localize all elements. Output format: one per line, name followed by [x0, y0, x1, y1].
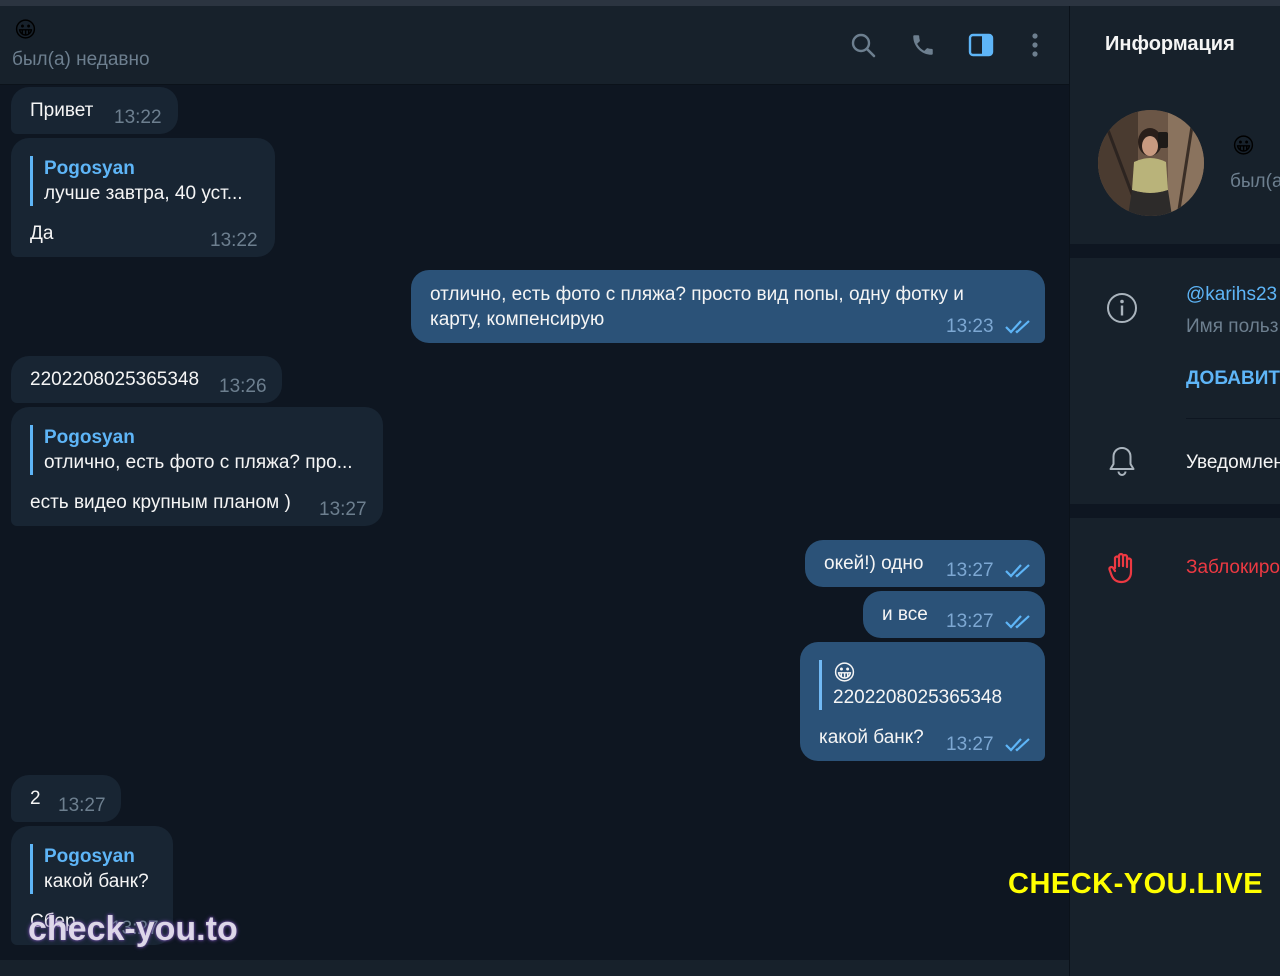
message-incoming[interactable]: 2 13:27 [11, 775, 121, 822]
message-text: Привет [30, 100, 94, 121]
message-text: есть видео крупным планом ) [30, 492, 291, 513]
message-text: 2202208025365348 [30, 369, 200, 390]
message-time: 13:27 [946, 560, 994, 581]
bell-icon [1105, 444, 1139, 478]
double-check-icon [1005, 615, 1030, 629]
quote-author: Pogosyan [44, 846, 135, 867]
more-vertical-icon[interactable] [1020, 30, 1050, 60]
profile-name-emoji: 😀 [1232, 133, 1255, 158]
reply-quote[interactable]: Pogosyan какой банк? [30, 844, 149, 894]
profile-username-label: Имя польз [1186, 316, 1279, 337]
message-text: какой банк? [819, 727, 924, 748]
message-text: окей!) одно [824, 553, 924, 574]
message-incoming[interactable]: Pogosyan отлично, есть фото с пляжа? про… [11, 407, 383, 526]
message-time: 13:27 [946, 734, 994, 755]
watermark-yellow: CHECK-YOU.LIVE [1008, 868, 1264, 900]
quote-text: 2202208025365348 [833, 687, 1003, 708]
message-outgoing[interactable]: и все 13:27 [863, 591, 1045, 638]
message-outgoing[interactable]: 😀 2202208025365348 какой банк? 13:27 [800, 642, 1045, 761]
reply-quote[interactable]: 😀 2202208025365348 [819, 660, 1002, 710]
quote-author: Pogosyan [44, 158, 135, 179]
message-time: 13:22 [114, 107, 162, 128]
message-outgoing[interactable]: отлично, есть фото с пляжа? просто вид п… [411, 270, 1045, 343]
message-incoming[interactable]: Pogosyan лучше завтра, 40 уст... Да 13:2… [11, 138, 275, 257]
composer-bar[interactable] [0, 960, 1069, 976]
message-incoming[interactable]: 2202208025365348 13:26 [11, 356, 282, 403]
message-incoming[interactable]: Привет 13:22 [11, 87, 178, 134]
message-outgoing[interactable]: окей!) одно 13:27 [805, 540, 1045, 587]
add-contact-button[interactable]: ДОБАВИТЬ [1186, 368, 1280, 390]
message-time: 13:27 [946, 611, 994, 632]
quote-text: лучше завтра, 40 уст... [44, 183, 243, 204]
section-separator [1070, 504, 1280, 518]
hand-block-icon [1105, 551, 1139, 585]
block-user-button[interactable]: Заблокиро [1186, 557, 1280, 579]
info-icon [1105, 291, 1139, 325]
quote-author: Pogosyan [44, 427, 135, 448]
chat-header: 😀 был(а) недавно [0, 6, 1069, 85]
message-time: 13:23 [946, 316, 994, 337]
phone-icon[interactable] [908, 30, 938, 60]
chat-panel: 😀 был(а) недавно Привет 13:22 Pogosyan л… [0, 6, 1069, 976]
message-time: 13:27 [58, 795, 106, 816]
chat-last-seen-status: был(а) недавно [12, 49, 150, 70]
quote-text: отлично, есть фото с пляжа? про... [44, 452, 353, 473]
double-check-icon [1005, 564, 1030, 578]
double-check-icon [1005, 738, 1030, 752]
message-text: Да [30, 223, 54, 244]
search-icon[interactable] [848, 30, 878, 60]
profile-status: был(а [1230, 171, 1280, 192]
message-text-line2: карту, компенсирую [430, 309, 605, 330]
quote-emoji: 😀 [833, 660, 856, 685]
section-separator [1070, 244, 1280, 258]
profile-username[interactable]: @karihs23 [1186, 284, 1277, 306]
message-time: 13:22 [210, 230, 258, 251]
message-text-line1: отлично, есть фото с пляжа? просто вид п… [430, 284, 964, 305]
watermark-white: check-you.to [28, 910, 238, 948]
notifications-toggle-label[interactable]: Уведомлен [1186, 452, 1280, 474]
message-text: и все [882, 604, 928, 625]
message-list[interactable]: Привет 13:22 Pogosyan лучше завтра, 40 у… [0, 86, 1069, 960]
message-text: 2 [30, 788, 41, 809]
chat-title-emoji[interactable]: 😀 [14, 17, 37, 43]
reply-quote[interactable]: Pogosyan отлично, есть фото с пляжа? про… [30, 425, 353, 475]
double-check-icon [1005, 320, 1030, 334]
info-sidebar: Информация 😀 был(а @karihs23 Имя польз Д… [1069, 6, 1280, 976]
message-time: 13:27 [319, 499, 367, 520]
reply-quote[interactable]: Pogosyan лучше завтра, 40 уст... [30, 156, 243, 206]
sidebar-toggle-icon[interactable] [966, 30, 996, 60]
profile-avatar[interactable] [1098, 110, 1204, 216]
quote-text: какой банк? [44, 871, 149, 892]
message-time: 13:26 [219, 376, 267, 397]
info-title: Информация [1105, 33, 1235, 55]
divider [1186, 418, 1280, 419]
